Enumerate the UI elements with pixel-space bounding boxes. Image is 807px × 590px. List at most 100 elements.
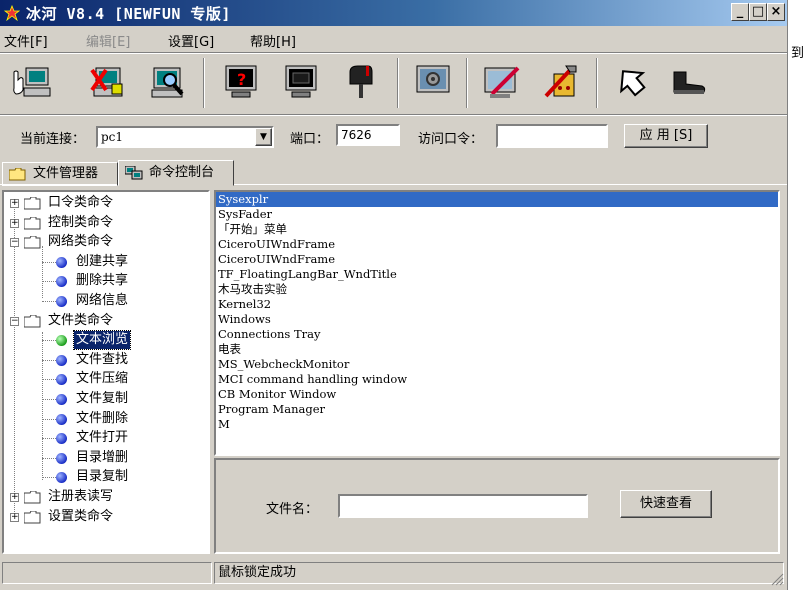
tab-command-console-label: 命令控制台 [149, 165, 215, 180]
tree-node-label: 文件类命令 [48, 312, 114, 328]
tree-folder-node[interactable]: − 文件类命令 [4, 312, 208, 330]
quick-view-button[interactable]: 快速查看 [620, 490, 712, 518]
minimize-button[interactable]: _ [731, 3, 749, 21]
expand-icon[interactable]: + [10, 512, 19, 522]
tab-command-console[interactable]: 命令控制台 [118, 160, 234, 186]
tree-folder-node[interactable]: − 网络类命令 [4, 233, 208, 251]
toolbar-upgrade-button[interactable] [610, 60, 654, 104]
tree-node-label: 删除共享 [76, 273, 129, 289]
expand-icon[interactable]: + [10, 493, 19, 502]
tree-node-label: 文件复制 [76, 391, 129, 406]
tab-file-manager[interactable]: 文件管理器 [2, 162, 118, 186]
toolbar-search-button[interactable] [146, 60, 190, 104]
tree-folder-node[interactable]: + 注册表读写 [4, 488, 208, 506]
tree-node-label: 目录复制 [76, 469, 129, 485]
password-input[interactable] [496, 124, 608, 148]
toolbar-screen-control-button[interactable] [412, 60, 456, 104]
status-message: 鼠标锁定成功 [214, 562, 784, 584]
toolbar-settings-monitor-button[interactable] [480, 60, 524, 104]
menu-settings[interactable]: 设置[G] [168, 31, 214, 50]
folder-icon [9, 168, 26, 181]
window-list-item[interactable]: Windows [216, 312, 778, 327]
exit-boot-icon [673, 71, 706, 94]
tree-leaf-node[interactable]: 网络信息 [4, 292, 208, 310]
collapse-icon[interactable]: − [10, 238, 19, 248]
toolbar-exit-button[interactable] [666, 60, 710, 104]
toolbar-connect-button[interactable] [10, 60, 54, 104]
dropdown-arrow-icon[interactable]: ▼ [255, 128, 272, 146]
tree-leaf-node[interactable]: 文件查找 [4, 351, 208, 369]
tree-leaf-node[interactable]: 文件打开 [4, 429, 208, 447]
window-list-item[interactable]: Program Manager [216, 402, 778, 417]
window-list-item[interactable]: CiceroUIWndFrame [216, 252, 778, 267]
current-connection-select[interactable]: pc1 ▼ [96, 126, 274, 148]
toolbar-delete-button[interactable] [86, 60, 130, 104]
resize-grip-icon[interactable] [770, 572, 784, 586]
settings-monitor-icon [484, 66, 520, 98]
window-list-item[interactable]: 电表 [216, 342, 778, 357]
tree-leaf-node[interactable]: 文件复制 [4, 390, 208, 408]
menu-edit[interactable]: 编辑[E] [86, 31, 130, 50]
filename-input[interactable] [338, 494, 588, 518]
tree-leaf-node[interactable]: 文件压缩 [4, 370, 208, 388]
maximize-button[interactable]: □ [749, 3, 767, 21]
tree-node-label: 控制类命令 [48, 214, 114, 230]
toolbar-separator [203, 58, 205, 108]
tree-folder-node[interactable]: + 口令类命令 [4, 194, 208, 212]
toolbar-separator [466, 58, 468, 108]
toolbar-mail-button[interactable] [340, 60, 384, 104]
window-list-item[interactable]: Kernel32 [216, 297, 778, 312]
filename-label: 文件名： [266, 502, 319, 517]
file-view-panel: 文件名： 快速查看 [214, 458, 780, 554]
tree-folder-node[interactable]: + 控制类命令 [4, 214, 208, 232]
tree-leaf-node[interactable]: 文本浏览 [4, 330, 208, 351]
tree-node-label: 网络类命令 [48, 234, 114, 250]
current-connection-label: 当前连接： [20, 132, 86, 147]
expand-icon[interactable]: + [10, 199, 19, 208]
window-list-item[interactable]: M [216, 417, 778, 432]
search-computer-icon [151, 67, 184, 98]
window-list-item[interactable]: MCI command handling window [216, 372, 778, 387]
close-button[interactable]: × [767, 3, 785, 21]
screen-capture-icon [285, 65, 317, 98]
folder-icon [24, 216, 41, 230]
tree-folder-node[interactable]: + 设置类命令 [4, 508, 208, 526]
window-list-item[interactable]: MS_WebcheckMonitor [216, 357, 778, 372]
window-list-item[interactable]: Sysexplr [216, 192, 778, 207]
apply-button[interactable]: 应 用 [S] [624, 124, 708, 148]
window-list-item[interactable]: CiceroUIWndFrame [216, 237, 778, 252]
tree-guide [42, 438, 56, 440]
menu-file[interactable]: 文件[F] [4, 31, 48, 50]
tree-leaf-node[interactable]: 目录复制 [4, 468, 208, 486]
blue-dot-icon [56, 452, 67, 464]
expand-icon[interactable]: + [10, 218, 19, 228]
blue-dot-icon [56, 433, 67, 445]
tree-node-label: 文件打开 [76, 430, 129, 446]
toolbar-screen-capture-button[interactable] [280, 60, 324, 104]
menu-help[interactable]: 帮助[H] [250, 31, 296, 50]
window-list-item[interactable]: 「开始」菜单 [216, 222, 778, 237]
blue-dot-icon [56, 354, 67, 366]
toolbar-screen-help-button[interactable]: ? [220, 60, 264, 104]
window-list-item[interactable]: SysFader [216, 207, 778, 222]
command-tree[interactable]: + 口令类命令 + 控制类命令 − 网络类命令 创建共享 删除共享 网络信息 − 文件类命令 文本浏览… [2, 190, 210, 554]
toolbar-separator [596, 58, 598, 108]
folder-icon [24, 236, 41, 249]
port-input[interactable]: 7626 [336, 124, 400, 146]
menu-separator [0, 52, 787, 54]
blue-dot-icon [56, 276, 67, 288]
window-list-item[interactable]: 木马攻击实验 [216, 282, 778, 297]
window-list-item[interactable]: Connections Tray [216, 327, 778, 342]
background-window: 到 [787, 0, 807, 590]
collapse-icon[interactable]: − [10, 316, 19, 326]
window-list-item[interactable]: CB Monitor Window [216, 387, 778, 402]
window-list-item[interactable]: TF_FloatingLangBar_WndTitle [216, 267, 778, 282]
tree-leaf-node[interactable]: 文件删除 [4, 410, 208, 428]
tree-leaf-node[interactable]: 目录增删 [4, 449, 208, 467]
title-bar[interactable]: 冰河 V8.4 [NEWFUN 专版] _ □ × [0, 0, 787, 26]
tree-leaf-node[interactable]: 创建共享 [4, 253, 208, 271]
window-list[interactable]: Sysexplr SysFader 「开始」菜单 CiceroUIWndFrame Ci… [214, 190, 780, 456]
toolbar-config-button[interactable] [540, 60, 584, 104]
tree-guide [42, 457, 56, 459]
tree-leaf-node[interactable]: 删除共享 [4, 272, 208, 290]
